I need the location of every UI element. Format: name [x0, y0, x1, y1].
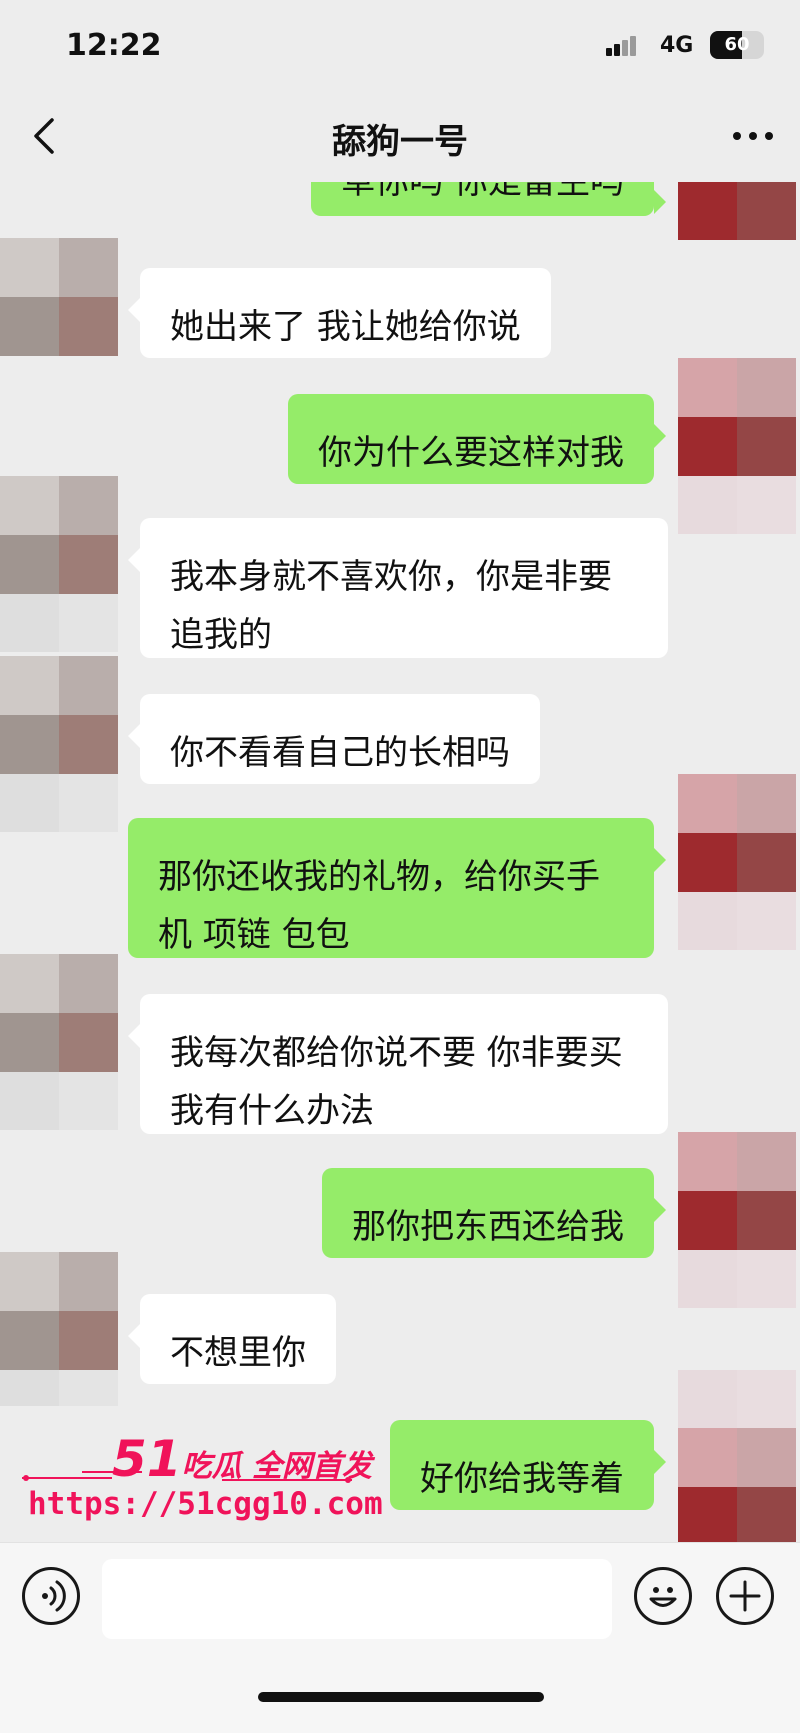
chat-header: 舔狗一号 [0, 92, 800, 182]
contact-avatar[interactable] [0, 238, 118, 356]
home-indicator-area [0, 1654, 800, 1733]
contact-avatar[interactable] [0, 954, 118, 1072]
more-dots-icon[interactable] [730, 116, 776, 156]
avatar-blur [0, 1072, 118, 1130]
my-avatar[interactable] [678, 182, 796, 240]
status-bar: 12:22 4G 60 [0, 0, 800, 92]
message-bubble-incoming[interactable]: 我本身就不喜欢你，你是非要 追我的 [128, 518, 668, 658]
message-bubble-incoming[interactable]: 我每次都给你说不要 你非要买 我有什么办法 [128, 994, 668, 1134]
plus-icon[interactable] [716, 1567, 774, 1625]
message-bubble-incoming[interactable]: 不想里你 [128, 1294, 336, 1384]
avatar-blur [678, 476, 796, 534]
message-bubble-incoming[interactable]: 她出来了 我让她给你说 [128, 268, 551, 358]
message-input[interactable] [102, 1559, 612, 1639]
message-list[interactable]: 草你吗 你是畜生吗 她出来了 我让她给你说 你为什么要这样对我 我本身就不喜欢你… [0, 182, 800, 1542]
avatar-blur [678, 1370, 796, 1428]
my-avatar[interactable] [678, 1132, 796, 1250]
watermark: 51吃瓜 全网首发 https://51cgg10.com [22, 1430, 383, 1540]
message-bubble-outgoing[interactable]: 好你给我等着 [390, 1420, 666, 1510]
message-bubble-outgoing[interactable]: 那你把东西还给我 [322, 1168, 666, 1258]
message-bubble-outgoing[interactable]: 你为什么要这样对我 [288, 394, 666, 484]
my-avatar[interactable] [678, 1428, 796, 1542]
contact-avatar[interactable] [0, 476, 118, 594]
signal-icon [606, 34, 644, 56]
watermark-url: https://51cgg10.com [28, 1486, 383, 1522]
emoji-icon[interactable] [634, 1567, 692, 1625]
voice-icon[interactable] [22, 1567, 80, 1625]
avatar-blur [678, 1250, 796, 1308]
message-bubble-outgoing[interactable]: 那你还收我的礼物，给你买手 机 项链 包包 [128, 818, 666, 958]
my-avatar[interactable] [678, 358, 796, 476]
network-type: 4G [660, 33, 694, 58]
contact-avatar[interactable] [0, 1252, 118, 1370]
contact-avatar[interactable] [0, 656, 118, 774]
chat-title: 舔狗一号 [332, 122, 468, 162]
message-bubble-outgoing[interactable]: 草你吗 你是畜生吗 [311, 182, 666, 216]
status-time: 12:22 [66, 28, 162, 63]
battery-level: 60 [724, 34, 750, 55]
message-bubble-incoming[interactable]: 你不看看自己的长相吗 [128, 694, 540, 784]
battery-icon: 60 [710, 31, 764, 59]
input-bar [0, 1542, 800, 1654]
avatar-blur [0, 774, 118, 832]
home-indicator[interactable] [258, 1692, 544, 1702]
my-avatar[interactable] [678, 774, 796, 892]
avatar-blur [678, 892, 796, 950]
avatar-blur [0, 594, 118, 652]
avatar-blur [0, 1370, 118, 1406]
